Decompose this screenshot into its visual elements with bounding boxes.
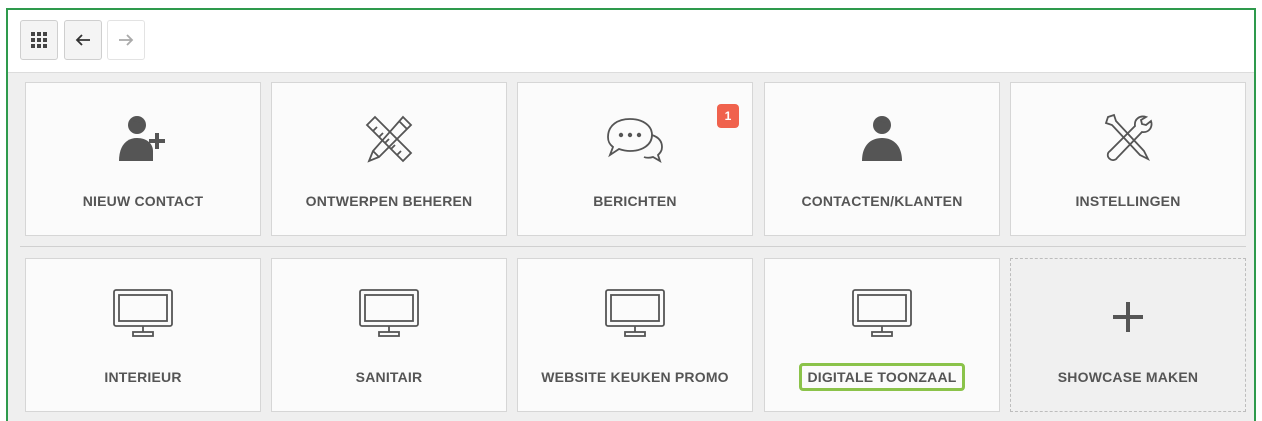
monitor-icon (272, 287, 506, 339)
forward-button[interactable] (107, 20, 145, 60)
message-count-badge: 1 (717, 104, 739, 128)
tile-label: WEBSITE KEUKEN PROMO (541, 369, 729, 385)
tile-label-wrapper: DIGITALE TOONZAAL (765, 363, 999, 391)
add-user-icon (26, 111, 260, 163)
tile-instellingen[interactable]: INSTELLINGEN (1010, 82, 1246, 236)
tile-label: SANITAIR (355, 369, 423, 385)
tile-nieuw-contact[interactable]: NIEUW CONTACT (25, 82, 261, 236)
tile-label: DIGITALE TOONZAAL (799, 363, 965, 391)
arrow-right-icon (119, 34, 134, 46)
tile-ontwerpen-beheren[interactable]: ONTWERPEN BEHEREN (271, 82, 507, 236)
apps-grid-icon (31, 32, 47, 48)
tile-website-keuken-promo[interactable]: WEBSITE KEUKEN PROMO (517, 258, 753, 412)
tile-label: BERICHTEN (593, 193, 677, 209)
tools-icon (1011, 111, 1245, 165)
back-button[interactable] (64, 20, 102, 60)
pencil-ruler-icon (272, 111, 506, 165)
tile-sanitair[interactable]: SANITAIR (271, 258, 507, 412)
tile-label: INTERIEUR (104, 369, 182, 385)
tile-label: CONTACTEN/KLANTEN (801, 193, 963, 209)
monitor-icon (765, 287, 999, 339)
tile-digitale-toonzaal[interactable]: DIGITALE TOONZAAL (764, 258, 1000, 412)
tile-berichten[interactable]: 1 BERICHTEN (517, 82, 753, 236)
apps-button[interactable] (20, 20, 58, 60)
tile-label: ONTWERPEN BEHEREN (305, 193, 473, 209)
tile-label: INSTELLINGEN (1075, 193, 1181, 209)
tile-label: SHOWCASE MAKEN (1057, 369, 1199, 385)
monitor-icon (26, 287, 260, 339)
app-frame: NIEUW CONTACT ONTWERPEN BEHEREN 1 BERICH… (6, 8, 1256, 421)
section-divider (20, 246, 1246, 247)
user-icon (765, 111, 999, 163)
arrow-left-icon (75, 34, 90, 46)
tile-showcase-maken[interactable]: SHOWCASE MAKEN (1010, 258, 1246, 412)
tile-contacten-klanten[interactable]: CONTACTEN/KLANTEN (764, 82, 1000, 236)
tile-interieur[interactable]: INTERIEUR (25, 258, 261, 412)
monitor-icon (518, 287, 752, 339)
toolbar (8, 10, 1254, 73)
plus-icon (1011, 287, 1245, 337)
tile-label: NIEUW CONTACT (82, 193, 204, 209)
